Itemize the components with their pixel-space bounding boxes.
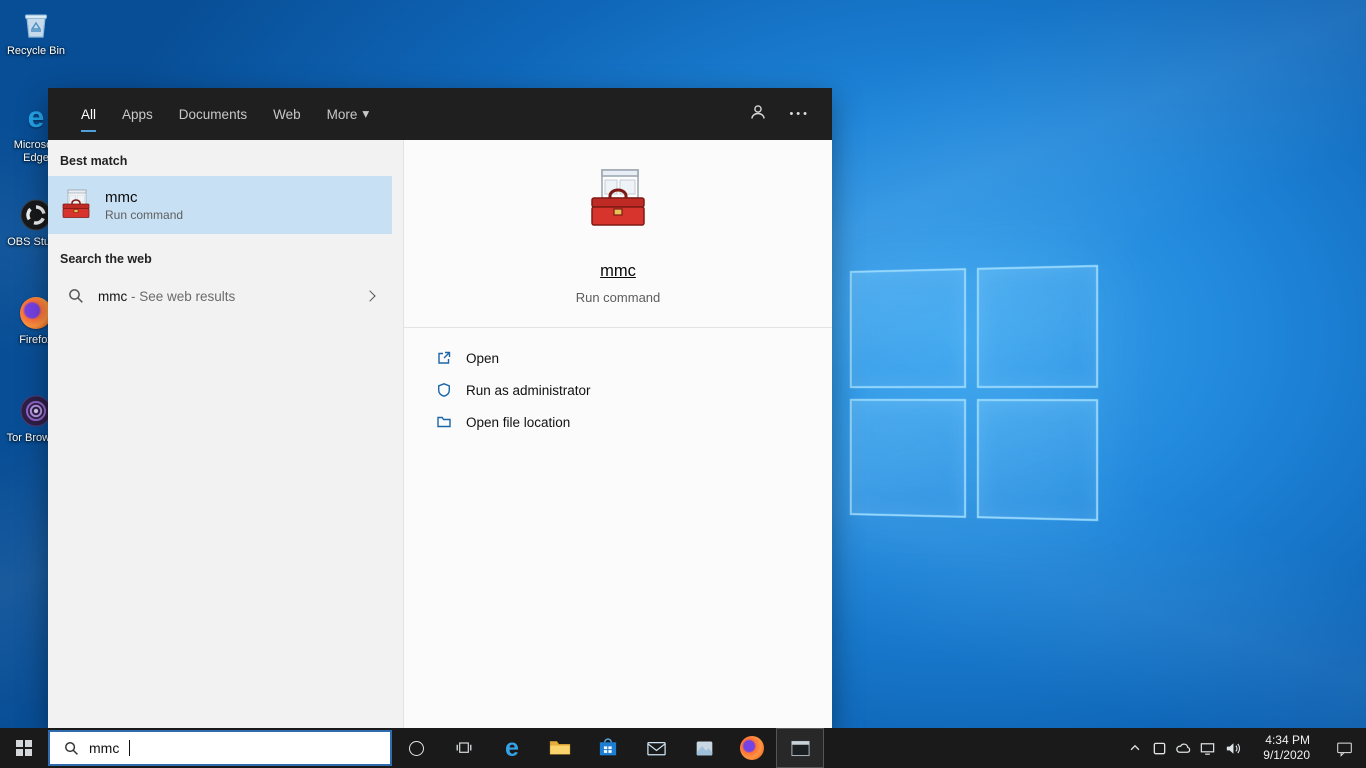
taskbar-edge-button[interactable]: e [488,728,536,768]
action-run-as-administrator[interactable]: Run as administrator [404,374,832,406]
search-web-header: Search the web [60,252,152,266]
best-match-header: Best match [60,154,128,168]
tab-web[interactable]: Web [273,88,301,140]
search-flyout: All Apps Documents Web More ▾ ••• Best m… [48,88,832,728]
file-explorer-icon [549,741,571,755]
more-options-button[interactable]: ••• [789,108,810,120]
active-app-icon [790,740,810,756]
best-match-item[interactable]: mmc Run command [48,176,392,234]
active-app-button[interactable] [776,728,824,768]
store-icon [599,738,617,756]
tab-documents[interactable]: Documents [179,88,247,140]
windows-logo [849,264,1099,522]
mmc-icon-large [591,169,645,226]
search-tabs-bar: All Apps Documents Web More ▾ ••• [48,88,832,140]
chevron-up-icon [1130,744,1140,751]
mail-button[interactable] [632,728,680,768]
user-account-button[interactable] [749,103,767,126]
taskbar-clock[interactable]: 4:34 PM 9/1/2020 [1246,733,1322,763]
show-hidden-icons-button[interactable] [1123,728,1147,768]
desktop-icon-label: Recycle Bin [6,45,66,57]
tab-all[interactable]: All [81,88,97,140]
network-icon [1200,742,1214,755]
open-icon [438,351,451,364]
action-label: Open file location [466,414,571,430]
search-input-value: mmc [89,740,120,756]
action-open[interactable]: Open [404,342,832,374]
text-caret [129,740,131,756]
chevron-right-icon [364,290,376,302]
search-icon [69,289,83,303]
web-query: mmc [98,288,128,304]
tray-app-icon [1153,742,1165,754]
taskbar: mmc e 4:34 PM 9/1/2020 [0,728,1366,768]
action-center-button[interactable] [1322,728,1366,768]
clock-time: 4:34 PM [1265,733,1310,747]
desktop-icon-recycle-bin[interactable]: Recycle Bin [1,6,71,58]
edge-icon: e [505,733,519,762]
onedrive-cloud-icon [1175,743,1190,753]
action-label: Open [466,350,500,366]
windows-start-icon [16,740,32,756]
action-open-file-location[interactable]: Open file location [404,406,832,438]
action-center-icon [1336,742,1352,757]
taskbar-search-input[interactable]: mmc [48,730,392,766]
tray-app-button[interactable] [1147,728,1171,768]
admin-shield-icon [438,383,450,397]
network-button[interactable] [1195,728,1219,768]
firefox-icon [740,736,764,760]
web-suffix: - See web results [127,288,236,304]
preview-subtitle: Run command [575,290,661,305]
action-label: Run as administrator [466,382,591,398]
task-view-icon [456,742,472,753]
best-match-subtitle: Run command [105,207,184,222]
start-button[interactable] [0,728,48,768]
web-search-item[interactable]: mmc - See web results [48,276,392,316]
file-explorer-button[interactable] [536,728,584,768]
taskbar-firefox-button[interactable] [728,728,776,768]
chevron-down-icon: ▾ [362,106,370,121]
search-icon [65,741,78,755]
pinned-app-icon [696,740,712,756]
best-match-title: mmc [105,188,138,206]
cortana-icon [408,740,424,756]
results-pane: Best match mmc Run command Search the we… [48,140,392,728]
tab-more[interactable]: More ▾ [327,88,370,140]
mmc-icon [62,189,90,218]
user-icon [751,104,766,119]
preview-title: mmc [600,262,636,280]
task-view-button[interactable] [440,728,488,768]
file-location-icon [437,416,451,428]
volume-icon [1226,742,1240,754]
microsoft-store-button[interactable] [584,728,632,768]
mail-icon [646,741,666,755]
pinned-app-button[interactable] [680,728,728,768]
recycle-bin-icon [1,6,71,42]
volume-button[interactable] [1219,728,1246,768]
preview-pane: mmc Run command Open Run as administrato… [403,140,832,728]
onedrive-button[interactable] [1171,728,1195,768]
tab-apps[interactable]: Apps [122,88,153,140]
clock-date: 9/1/2020 [1263,748,1310,762]
cortana-button[interactable] [392,728,440,768]
